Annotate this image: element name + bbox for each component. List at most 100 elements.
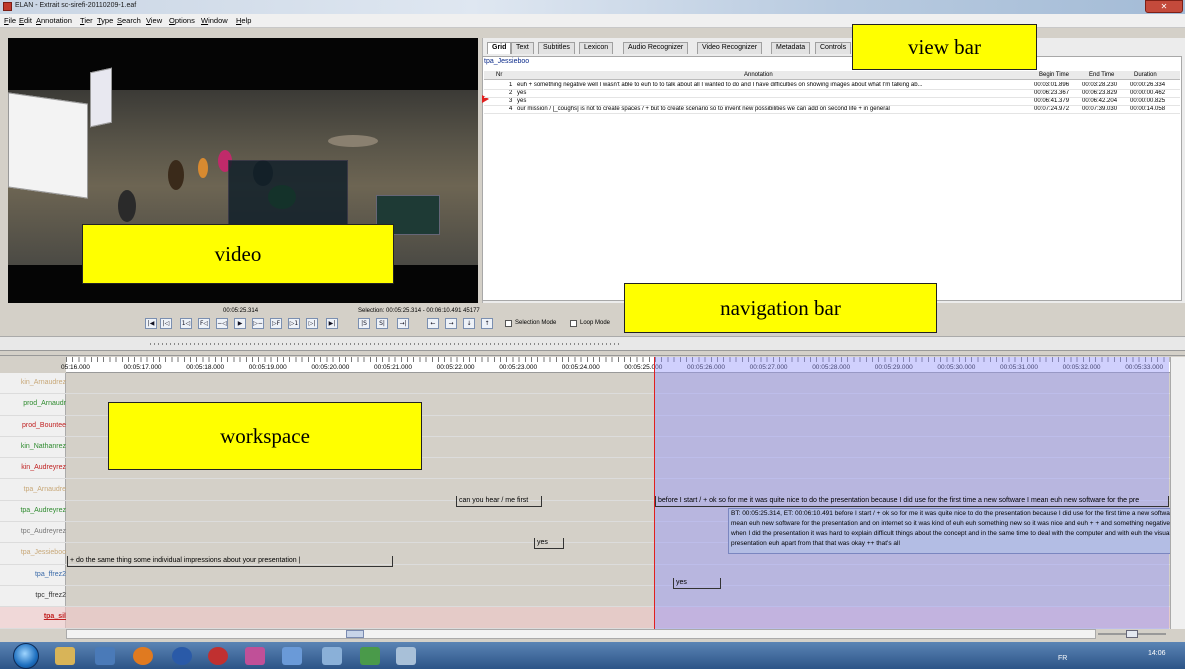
menu-file[interactable]: File [4, 16, 16, 25]
tier-label[interactable]: kin_Audreyrez [2, 464, 66, 471]
tab-video-recognizer[interactable]: Video Recognizer [697, 42, 763, 54]
next-scrollview-button[interactable]: ▷F [270, 318, 282, 329]
annotation-before-i-start[interactable]: before I start / + ok so for me it was q… [655, 496, 1169, 507]
annotation-yes[interactable]: yes [673, 578, 721, 589]
elan-app-icon [3, 2, 12, 11]
menu-annotation[interactable]: Annotation [36, 16, 72, 25]
app-icon[interactable] [208, 647, 228, 665]
next-annotation-button[interactable]: → [445, 318, 457, 329]
active-selection-boundary-button[interactable]: →| [397, 318, 409, 329]
horizontal-scrollbar-thumb[interactable] [346, 630, 364, 638]
previous-annotation-button[interactable]: ← [427, 318, 439, 329]
go-to-begin-button[interactable]: |◀ [145, 318, 157, 329]
explorer-icon[interactable] [55, 647, 75, 665]
col-header-end[interactable]: End Time [1089, 72, 1114, 78]
grid-cell-begin: 00:06:23.367 [1034, 90, 1070, 96]
menu-help[interactable]: Help [236, 16, 251, 25]
vertical-scrollbar[interactable] [1170, 357, 1185, 629]
previous-frame-button[interactable]: |◁ [160, 318, 172, 329]
menu-options[interactable]: Options [169, 16, 195, 25]
selection-begin-button[interactable]: |S [358, 318, 370, 329]
tier-label[interactable]: tpc_Audreyrez [2, 528, 66, 535]
menu-view[interactable]: View [146, 16, 162, 25]
tier-label[interactable]: tpa_ffrez2 [2, 571, 66, 578]
time-selection[interactable] [655, 357, 1169, 629]
grid-row[interactable]: 4 our mission / [_coughs] is not to crea… [484, 106, 1180, 114]
zoom-slider[interactable] [1098, 630, 1166, 638]
ruler-tick-label: 00:05:23.000 [499, 364, 538, 371]
grid-cell-begin: 00:03:01.896 [1034, 82, 1070, 88]
crosshair-cursor[interactable] [654, 357, 655, 629]
tab-subtitles[interactable]: Subtitles [538, 42, 575, 54]
tier-label[interactable]: prod_Arnaudr [2, 400, 66, 407]
video-slide-card [90, 67, 112, 128]
col-header-duration[interactable]: Duration [1134, 72, 1157, 78]
menu-tier[interactable]: Tier [80, 16, 93, 25]
window-close-button[interactable]: ✕ [1145, 0, 1183, 13]
folder-app-icon[interactable] [322, 647, 342, 665]
tab-lexicon[interactable]: Lexicon [579, 42, 614, 54]
firefox-icon[interactable] [133, 647, 153, 665]
annotation-yes[interactable]: yes [534, 538, 564, 549]
split-divider[interactable] [0, 350, 1185, 356]
tier-label[interactable]: tpa_Jessieboo [2, 549, 66, 556]
annotation-tooltip: BT: 00:05:25.314, ET: 00:06:10.491 befor… [728, 508, 1185, 554]
search-app-icon[interactable] [282, 647, 302, 665]
selection-mode-checkbox[interactable] [505, 320, 512, 327]
start-button-icon[interactable] [13, 643, 39, 669]
spreadsheet-icon[interactable] [360, 647, 380, 665]
previous-pixel-button[interactable]: −◁ [216, 318, 228, 329]
annotation-can-you-hear[interactable]: can you hear / me first [456, 496, 542, 507]
next-second-button[interactable]: ▷1 [288, 318, 300, 329]
tier-label[interactable]: tpc_ffrez2 [2, 592, 66, 599]
ruler-tick-label: 00:05:17.000 [123, 364, 162, 371]
menu-type[interactable]: Type [97, 16, 113, 25]
tier-up-button[interactable]: ↑ [481, 318, 493, 329]
ruler-tick-label: 00:05:24.000 [561, 364, 600, 371]
annotation-same-thing[interactable]: + do the same thing some individual impr… [67, 556, 393, 567]
paint-icon[interactable] [396, 647, 416, 665]
tab-text[interactable]: Text [511, 42, 534, 54]
grid-row[interactable]: 2 yes 00:06:23.367 00:06:23.829 00:00:00… [484, 90, 1180, 98]
next-pixel-button[interactable]: ▷− [252, 318, 264, 329]
clock[interactable]: 14:06 [1148, 650, 1166, 657]
network-icon[interactable] [172, 647, 192, 665]
horizontal-scrollbar[interactable] [66, 629, 1096, 639]
grid-cell-nr: 3 [509, 98, 513, 104]
excel-icon[interactable] [245, 647, 265, 665]
tab-grid[interactable]: Grid [487, 42, 512, 54]
tier-label[interactable]: tpa_sil [2, 613, 66, 620]
tab-controls[interactable]: Controls [815, 42, 852, 54]
grid-tier-selector[interactable]: tpa_Jessieboo [484, 58, 529, 65]
tab-audio-recognizer[interactable]: Audio Recognizer [623, 42, 689, 54]
grid-row[interactable]: 1 euh + something negative well I wasn't… [484, 82, 1180, 90]
tier-label[interactable]: tpa_Audreyrez [2, 507, 66, 514]
loop-mode-checkbox[interactable] [570, 320, 577, 327]
grid-cell-annotation: yes [517, 98, 527, 104]
col-header-annotation[interactable]: Annotation [744, 72, 773, 78]
grid-cell-end: 00:06:42.204 [1082, 98, 1118, 104]
next-frame-button[interactable]: ▷| [306, 318, 318, 329]
tier-label[interactable]: kin_Nathanrez [2, 443, 66, 450]
col-header-nr[interactable]: Nr [496, 72, 502, 78]
media-player-icon[interactable] [95, 647, 115, 665]
tier-label[interactable]: tpa_Arnaudre [2, 486, 66, 493]
ruler-tick-label: 00:05:18.000 [186, 364, 225, 371]
play-button[interactable]: ▶ [234, 318, 246, 329]
grid-cell-end: 00:03:28.230 [1082, 82, 1118, 88]
current-time: 00:05:25.314 [223, 308, 259, 314]
language-indicator[interactable]: FR [1058, 655, 1067, 662]
menu-edit[interactable]: Edit [19, 16, 32, 25]
grid-row[interactable]: 3 yes 00:06:41.379 00:06:42.204 00:00:00… [484, 98, 1180, 106]
col-header-begin[interactable]: Begin Time [1039, 72, 1069, 78]
tier-down-button[interactable]: ↓ [463, 318, 475, 329]
selection-end-button[interactable]: S| [376, 318, 388, 329]
go-to-end-button[interactable]: ▶| [326, 318, 338, 329]
previous-scrollview-button[interactable]: F◁ [198, 318, 210, 329]
tab-metadata[interactable]: Metadata [771, 42, 811, 54]
menu-window[interactable]: Window [201, 16, 228, 25]
tier-label[interactable]: kin_Arnaudrez [2, 379, 66, 386]
previous-second-button[interactable]: 1◁ [180, 318, 192, 329]
tier-label[interactable]: prod_Bountee [2, 422, 66, 429]
menu-search[interactable]: Search [117, 16, 141, 25]
